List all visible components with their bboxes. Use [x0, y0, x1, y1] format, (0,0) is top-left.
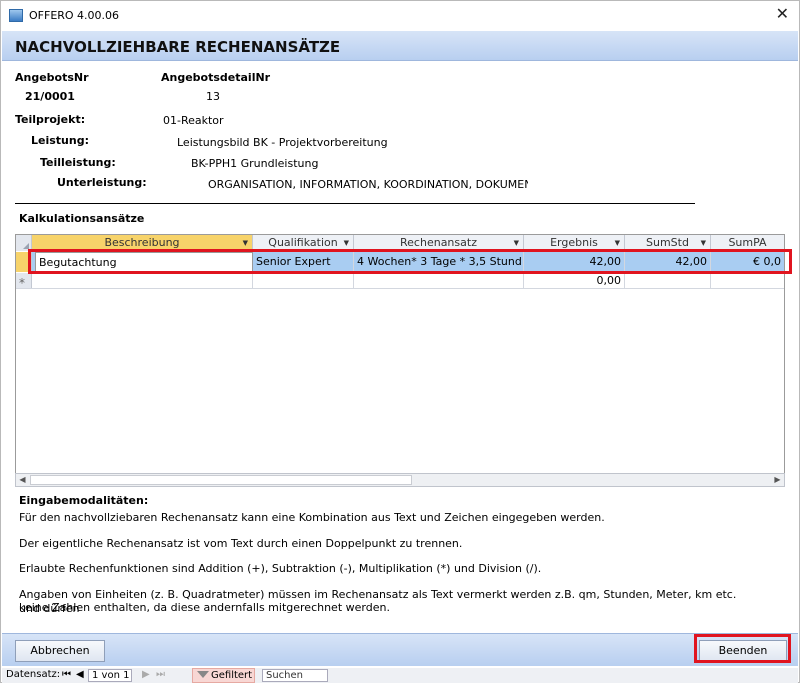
- cancel-button[interactable]: Abbrechen: [15, 640, 105, 662]
- dropdown-arrow-icon[interactable]: ▼: [514, 235, 519, 251]
- unterleistung-label: Unterleistung:: [57, 176, 147, 189]
- cell-beschreibung[interactable]: Begutachtung: [35, 252, 253, 272]
- info-line: Der eigentliche Rechenansatz ist vom Tex…: [19, 537, 463, 550]
- divider: [15, 203, 695, 204]
- dropdown-arrow-icon[interactable]: ▼: [615, 235, 620, 251]
- window-title: OFFERO 4.00.06: [29, 9, 120, 22]
- new-row-asterisk-icon: *: [19, 276, 25, 290]
- info-title: Eingabemodalitäten:: [19, 494, 149, 507]
- select-all-corner[interactable]: [16, 235, 32, 251]
- scroll-left-icon[interactable]: ◀: [16, 474, 29, 486]
- new-cell-rechenansatz[interactable]: [354, 273, 524, 288]
- cell-rechenansatz[interactable]: 4 Wochen* 3 Tage * 3,5 Stund: [354, 252, 524, 272]
- column-label: SumStd: [646, 236, 689, 249]
- column-label: Rechenansatz: [400, 236, 477, 249]
- info-line: Für den nachvollziebaren Rechenansatz ka…: [19, 511, 605, 524]
- first-record-icon[interactable]: ⏮: [62, 669, 71, 680]
- info-line: keine Zahlen enthalten, da diese andernf…: [19, 601, 390, 614]
- column-label: Ergebnis: [550, 236, 598, 249]
- close-button[interactable]: ✕: [776, 4, 789, 23]
- record-navigation: Datensatz: ⏮ ◀ 1 von 1 ▶ ⏭ Gefiltert Suc…: [2, 668, 798, 683]
- column-header-ergebnis[interactable]: Ergebnis ▼: [524, 235, 625, 251]
- new-cell-sumstd[interactable]: [625, 273, 711, 288]
- filter-label: Gefiltert: [211, 670, 253, 681]
- teilprojekt-label: Teilprojekt:: [15, 113, 86, 126]
- search-input[interactable]: Suchen: [262, 669, 328, 682]
- navigation-label: Datensatz:: [6, 669, 61, 680]
- button-bar: Abbrechen Beenden: [2, 633, 798, 666]
- cell-qualifikation[interactable]: Senior Expert: [253, 252, 354, 272]
- grid-header: Beschreibung ▼ Qualifikation ▼ Rechenans…: [16, 235, 784, 251]
- dropdown-arrow-icon[interactable]: ▼: [243, 235, 248, 251]
- angebotsnr-label: AngebotsNr: [15, 71, 89, 84]
- teilprojekt-value: 01-Reaktor: [163, 114, 224, 127]
- scroll-right-icon[interactable]: ▶: [771, 474, 784, 486]
- angebotsdetailnr-label: AngebotsdetailNr: [161, 71, 271, 84]
- scroll-thumb[interactable]: [30, 475, 412, 485]
- dropdown-arrow-icon[interactable]: ▼: [701, 235, 706, 251]
- header-band: NACHVOLLZIEHBARE RECHENANSÄTZE: [2, 31, 798, 61]
- leistung-label: Leistung:: [31, 134, 89, 147]
- page-title: NACHVOLLZIEHBARE RECHENANSÄTZE: [15, 38, 341, 56]
- new-row-selector[interactable]: *: [16, 273, 32, 290]
- dialog-window: OFFERO 4.00.06 ✕ NACHVOLLZIEHBARE RECHEN…: [0, 0, 800, 683]
- new-row[interactable]: * 0,00: [16, 273, 784, 290]
- table-row[interactable]: Begutachtung Senior Expert 4 Wochen* 3 T…: [16, 252, 784, 272]
- angebotsnr-value: 21/0001: [25, 90, 75, 103]
- teilleistung-value: BK-PPH1 Grundleistung: [191, 157, 319, 170]
- column-header-beschreibung[interactable]: Beschreibung ▼: [32, 235, 253, 251]
- cell-sumpa[interactable]: € 0,0: [711, 252, 784, 272]
- column-header-sumpa[interactable]: SumPA: [711, 235, 784, 251]
- kalkulation-grid[interactable]: Beschreibung ▼ Qualifikation ▼ Rechenans…: [15, 234, 785, 487]
- info-line: Erlaubte Rechenfunktionen sind Addition …: [19, 562, 542, 575]
- new-cell-sumpa[interactable]: [711, 273, 784, 288]
- cell-ergebnis[interactable]: 42,00: [524, 252, 625, 272]
- horizontal-scrollbar[interactable]: ◀ ▶: [15, 473, 785, 487]
- row-selector[interactable]: [16, 252, 32, 272]
- next-record-icon[interactable]: ▶: [142, 669, 150, 680]
- leistung-value: Leistungsbild BK - Projektvorbereitung: [177, 136, 388, 149]
- column-label: Beschreibung: [104, 236, 180, 249]
- new-cell-beschreibung[interactable]: [32, 273, 253, 288]
- kalkulation-title: Kalkulationsansätze: [19, 212, 145, 225]
- unterleistung-value: ORGANISATION, INFORMATION, KOORDINATION,…: [208, 178, 528, 191]
- column-label: Qualifikation: [268, 236, 338, 249]
- column-header-qualifikation[interactable]: Qualifikation ▼: [253, 235, 354, 251]
- filter-toggle[interactable]: Gefiltert: [192, 668, 255, 683]
- funnel-icon: [197, 671, 209, 678]
- new-cell-qualifikation[interactable]: [253, 273, 354, 288]
- app-icon: [9, 9, 23, 22]
- teilleistung-label: Teilleistung:: [40, 156, 116, 169]
- dropdown-arrow-icon[interactable]: ▼: [344, 235, 349, 251]
- finish-button[interactable]: Beenden: [699, 640, 787, 662]
- record-position[interactable]: 1 von 1: [88, 669, 132, 682]
- new-cell-ergebnis[interactable]: 0,00: [524, 273, 625, 288]
- column-header-sumstd[interactable]: SumStd ▼: [625, 235, 711, 251]
- title-bar: OFFERO 4.00.06 ✕: [1, 1, 799, 31]
- column-label: SumPA: [728, 236, 767, 249]
- column-header-rechenansatz[interactable]: Rechenansatz ▼: [354, 235, 524, 251]
- angebotsdetailnr-value: 13: [206, 90, 220, 103]
- last-record-icon[interactable]: ⏭: [156, 669, 165, 680]
- cell-sumstd[interactable]: 42,00: [625, 252, 711, 272]
- prev-record-icon[interactable]: ◀: [76, 669, 84, 680]
